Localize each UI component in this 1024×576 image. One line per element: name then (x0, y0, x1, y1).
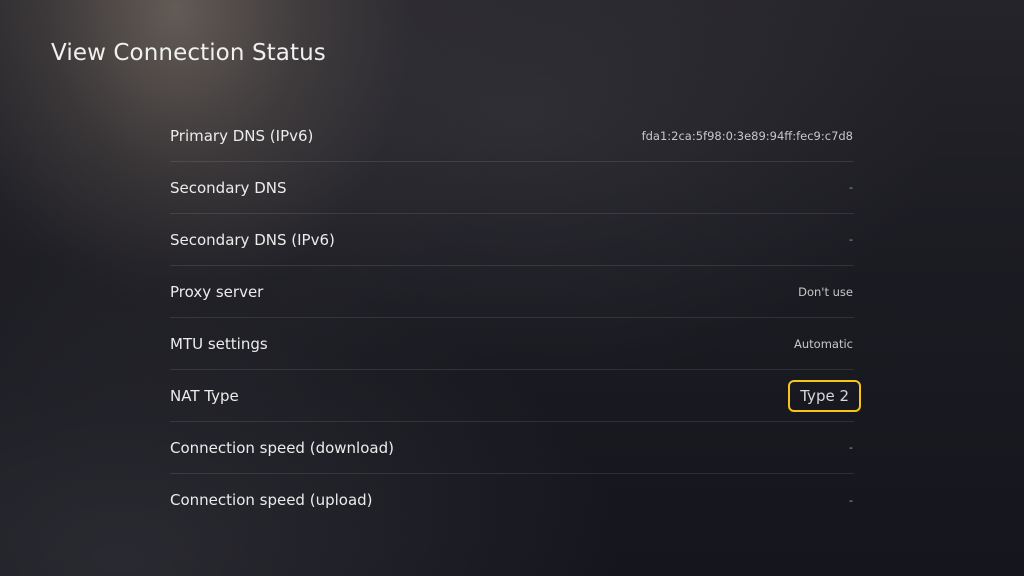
row-label: Secondary DNS (IPv6) (170, 230, 335, 249)
row-value: - (849, 441, 853, 454)
row-secondary-dns-ipv6[interactable]: Secondary DNS (IPv6) - (170, 214, 854, 266)
row-value: fda1:2ca:5f98:0:3e89:94ff:fec9:c7d8 (641, 128, 853, 143)
nat-type-highlight: Type 2 (788, 379, 861, 412)
row-value: Don't use (798, 284, 853, 299)
row-label: Primary DNS (IPv6) (170, 126, 314, 145)
row-value: - (849, 233, 853, 246)
row-primary-dns-ipv6[interactable]: Primary DNS (IPv6) fda1:2ca:5f98:0:3e89:… (170, 110, 854, 162)
row-mtu-settings[interactable]: MTU settings Automatic (170, 318, 854, 370)
row-value: Automatic (794, 336, 853, 351)
row-nat-type[interactable]: NAT Type Type 2 (170, 370, 861, 422)
row-value: - (849, 181, 853, 194)
row-proxy-server[interactable]: Proxy server Don't use (170, 266, 854, 318)
row-label: Secondary DNS (170, 178, 287, 197)
connection-status-list: Primary DNS (IPv6) fda1:2ca:5f98:0:3e89:… (170, 110, 861, 526)
row-label: MTU settings (170, 334, 268, 353)
row-label: Proxy server (170, 282, 264, 301)
row-connection-speed-download[interactable]: Connection speed (download) - (170, 422, 854, 474)
page-title: View Connection Status (51, 40, 326, 66)
row-connection-speed-upload[interactable]: Connection speed (upload) - (170, 474, 854, 526)
row-label: NAT Type (170, 386, 239, 405)
row-value: - (849, 493, 853, 507)
row-label: Connection speed (upload) (170, 491, 373, 509)
row-label: Connection speed (download) (170, 438, 394, 457)
row-secondary-dns[interactable]: Secondary DNS - (170, 162, 854, 214)
